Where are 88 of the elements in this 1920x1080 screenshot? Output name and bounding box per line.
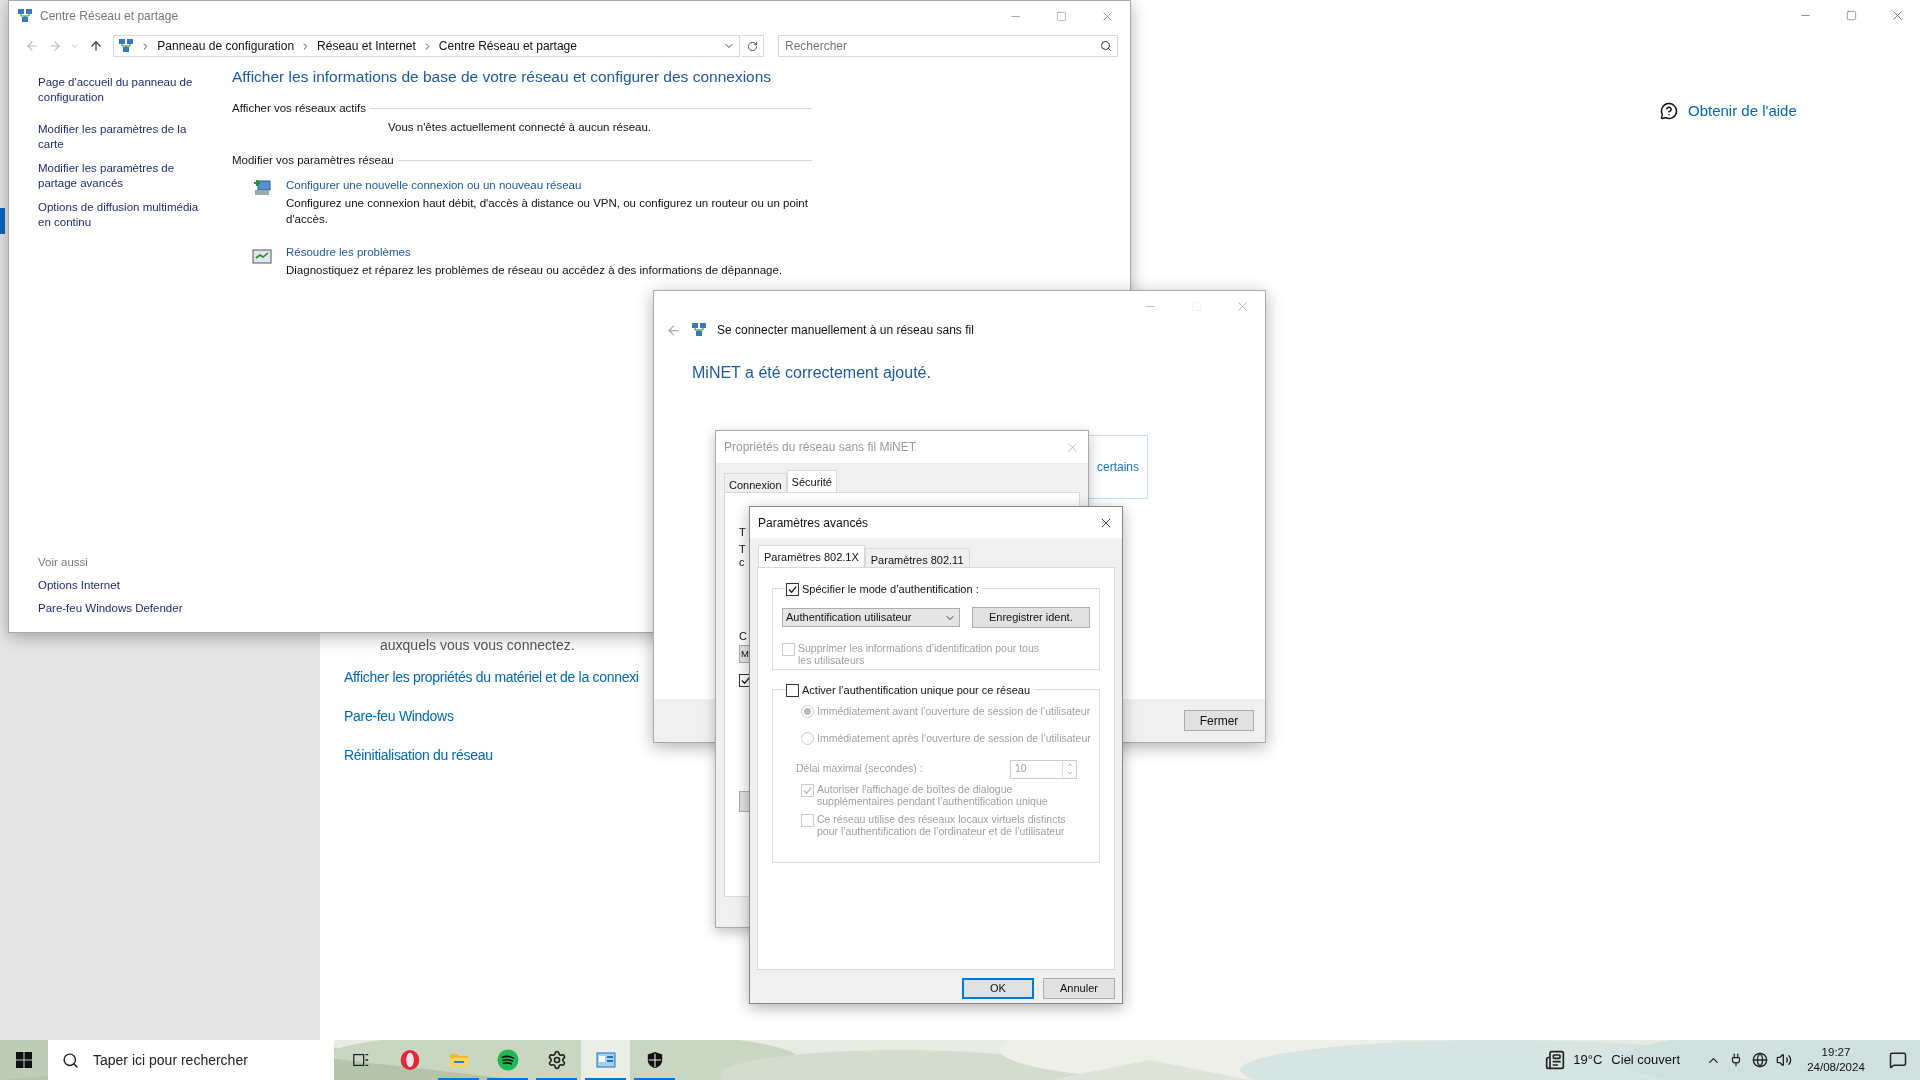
settings-link[interactable]: Pare-feu Windows	[344, 706, 454, 726]
window-title: Centre Réseau et partage	[40, 8, 179, 25]
success-message: MiNET a été correctement ajouté.	[692, 363, 932, 383]
search-icon	[1100, 40, 1112, 52]
maximize-button[interactable]	[1055, 10, 1067, 22]
settings-link[interactable]: Afficher les propriétés du matériel et de la connexi	[344, 667, 639, 687]
spin-down-button[interactable]	[1065, 769, 1074, 777]
task-description: Configurez une connexion haut débit, d'accès à distance ou VPN, ou configurez un routeur ou un point d'accès.	[286, 195, 809, 227]
weather-condition: Ciel couvert	[1611, 1051, 1680, 1070]
sidebar-link[interactable]: Options de diffusion multimédia en continu	[38, 200, 208, 230]
clock[interactable]: 19:27 24/08/2024	[1796, 1045, 1876, 1075]
search-field[interactable]: Rechercher	[778, 35, 1118, 57]
radio-label: Immédiatement après l’ouverture de session de l’utilisateur	[817, 730, 1091, 746]
task-view-icon	[351, 1051, 370, 1069]
field-label: T	[739, 525, 746, 539]
sidebar-link[interactable]: Options Internet	[38, 578, 232, 593]
back-button[interactable]	[666, 322, 681, 338]
breadcrumb-item[interactable]: Centre Réseau et partage	[438, 37, 577, 55]
temperature-text: 19°C	[1573, 1051, 1603, 1070]
spin-up-button[interactable]	[1065, 761, 1074, 769]
forward-button[interactable]	[48, 39, 63, 53]
field-label: C	[739, 629, 747, 643]
up-button[interactable]	[88, 39, 103, 53]
checkbox-label: Autoriser l’affichage de boîtes de dialogue supplémentaires pendant l’authentification unique	[817, 782, 1049, 807]
checkbox-label: Spécifier le mode d’authentification :	[802, 582, 979, 597]
save-credentials-button[interactable]: Enregistrer ident.	[971, 607, 1090, 628]
ring-icon	[398, 1049, 421, 1071]
search-icon	[62, 1051, 79, 1069]
checkbox-label: Supprimer les informations d’identification pour tous les utilisateurs	[798, 642, 1041, 666]
breadcrumb-item[interactable]: Réseau et Internet	[317, 37, 416, 55]
sidebar-link[interactable]: Pare-feu Windows Defender	[38, 601, 232, 616]
tab[interactable]: Sécurité	[786, 470, 837, 492]
tab[interactable]: Connexion	[724, 473, 787, 492]
sidebar-link[interactable]: Page d'accueil du panneau de configuration	[38, 75, 208, 105]
dialog-title: Propriétés du réseau sans fil MiNET	[724, 439, 917, 456]
refresh-button[interactable]	[742, 35, 764, 57]
task-link[interactable]: Résoudre les problèmes	[286, 244, 411, 260]
network-icon	[118, 38, 135, 54]
close-dialog-button[interactable]: Fermer	[1184, 710, 1254, 731]
checkbox[interactable]	[786, 683, 799, 697]
checkbox-label: Ce réseau utilise des réseaux locaux virtuels distincts pour l’authentification de l’ordinateur et de l’utilisateur	[817, 812, 1067, 837]
start-button[interactable]	[16, 1052, 32, 1068]
settings-icon	[546, 1050, 567, 1070]
page-heading: Afficher les informations de base de votre réseau et configurer des connexions	[232, 67, 773, 87]
field-label: T	[739, 543, 746, 556]
dropdown-field[interactable]: Authentification utilisateur	[782, 608, 960, 627]
network-icon	[691, 322, 707, 338]
task-link[interactable]: Configurer une nouvelle connexion ou un nouveau réseau	[286, 177, 582, 193]
settings-link[interactable]: Réinitialisation du réseau	[344, 745, 493, 765]
refresh-icon	[747, 40, 759, 52]
network-setup-icon	[252, 177, 272, 198]
troubleshoot-icon	[252, 246, 272, 267]
breadcrumb-item[interactable]: Panneau de configuration	[157, 37, 295, 55]
globe-icon[interactable]	[1752, 1052, 1768, 1068]
section-heading: Voir aussi	[38, 555, 89, 570]
help-icon	[1660, 102, 1678, 121]
field-label: c	[739, 556, 745, 569]
section-heading: Modifier vos paramètres réseau	[232, 152, 394, 168]
checkbox-label: Activer l’authentification unique pour ce réseau	[802, 683, 1031, 698]
help-link[interactable]: Obtenir de l'aide	[1688, 100, 1797, 123]
tab[interactable]: Paramètres 802.11	[864, 548, 970, 567]
task-description: Diagnostiquez et réparez les problèmes de réseau ou accédez à des informations de dépannage.	[286, 262, 784, 278]
nav-selection-indicator	[0, 208, 5, 234]
description-text: auxquels vous vous connectez.	[380, 636, 576, 655]
checkbox[interactable]	[786, 582, 799, 596]
volume-icon[interactable]	[1776, 1052, 1792, 1068]
notification-button[interactable]	[1889, 1051, 1907, 1069]
music-app-icon	[496, 1049, 519, 1071]
weather-icon	[1545, 1050, 1566, 1070]
field-label: Délai maximal (secondes) :	[796, 761, 923, 777]
wizard-title: Se connecter manuellement à un réseau sans fil	[717, 322, 974, 339]
radio-label: Immédiatement avant l’ouverture de session de l’utilisateur	[817, 704, 1091, 719]
maximize-button[interactable]	[1845, 9, 1857, 21]
dialog-title: Paramètres avancés	[758, 514, 869, 532]
plug-icon[interactable]	[1729, 1053, 1743, 1067]
shield-icon	[645, 1050, 664, 1070]
section-heading: Afficher vos réseaux actifs	[232, 101, 366, 116]
tab[interactable]: Paramètres 802.1X	[758, 545, 865, 567]
dialog-button[interactable]: OK	[962, 978, 1034, 999]
status-message: Vous n'êtes actuellement connecté à aucun réseau.	[388, 120, 653, 136]
dialog-button[interactable]: Annuler	[1043, 978, 1115, 999]
window-icon	[594, 1050, 617, 1070]
network-icon	[17, 8, 33, 24]
address-bar[interactable]: Panneau de configuration Réseau et Internet Centre Réseau et partage	[113, 35, 741, 57]
back-button[interactable]	[24, 39, 39, 53]
sidebar-link[interactable]: Modifier les paramètres de la carte	[38, 122, 208, 152]
taskbar-search-field[interactable]: Taper ici pour rechercher	[48, 1040, 334, 1080]
sidebar-link[interactable]: Modifier les paramètres de partage avancés	[38, 161, 208, 191]
